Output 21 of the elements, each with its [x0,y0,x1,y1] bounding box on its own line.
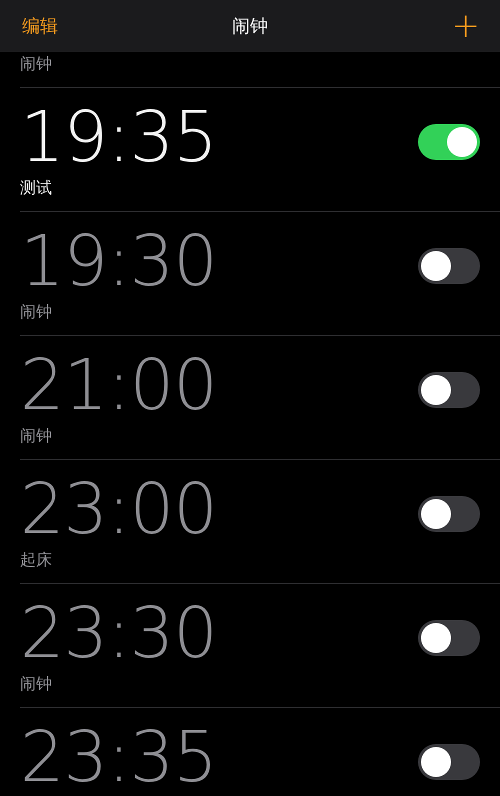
nav-title: 闹钟 [232,16,268,37]
alarm-toggle[interactable] [418,496,480,532]
alarm-toggle[interactable] [418,620,480,656]
alarm-label: 闹钟 [20,426,52,447]
edit-button[interactable]: 编辑 [22,14,58,38]
alarm-time: 19:30 [20,219,217,296]
alarm-toggle[interactable] [418,744,480,780]
alarm-label: 测试 [20,178,52,199]
alarm-toggle[interactable] [418,124,480,160]
alarm-time: 21:00 [20,343,217,420]
alarm-label: 闹钟 [20,302,52,323]
add-button[interactable]: + [452,9,480,43]
alarm-label: 起床 [20,550,52,571]
alarm-time: 23:35 [20,715,217,792]
alarm-time: 19:35 [20,95,217,172]
alarm-time: 23:00 [20,467,217,544]
alarm-label: 闹钟 [20,54,52,75]
alarm-toggle[interactable] [418,372,480,408]
alarm-time: 23:30 [20,591,217,668]
alarm-toggle[interactable] [418,248,480,284]
alarm-label: 闹钟 [20,674,52,695]
